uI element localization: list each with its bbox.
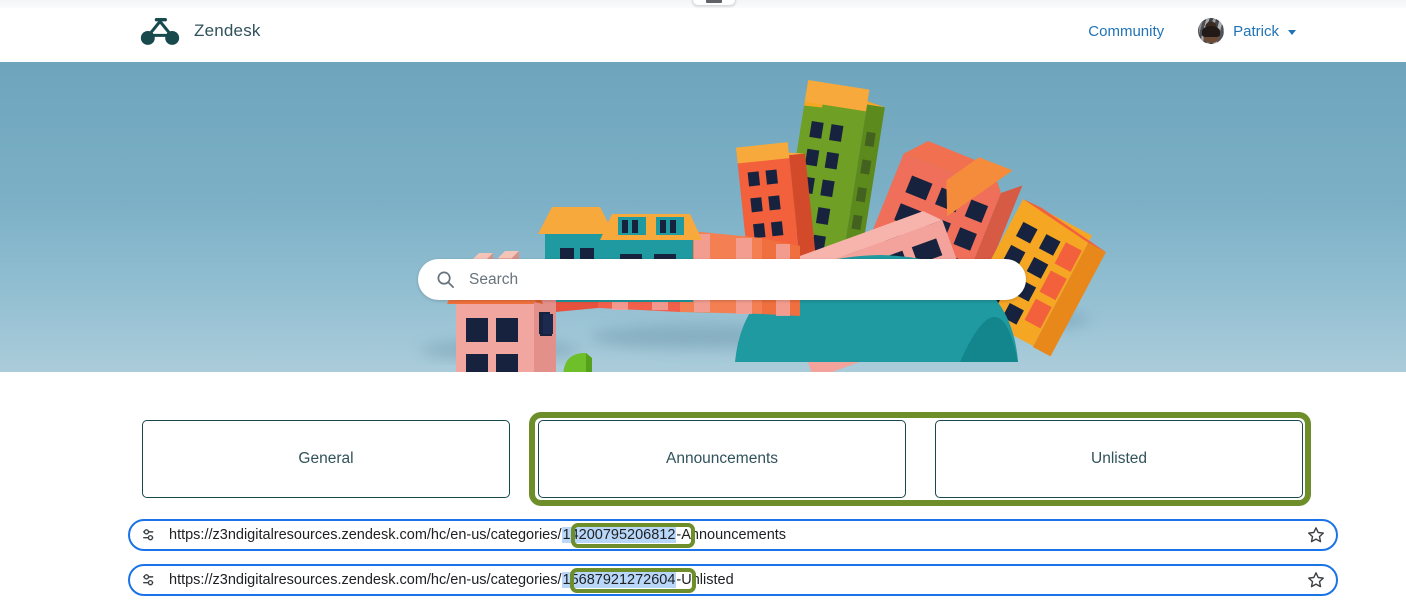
category-list: General Announcements Unlisted: [0, 420, 1406, 502]
url-suffix: -Unlisted: [676, 572, 733, 588]
site-header: Zendesk Community Patrick: [0, 0, 1406, 62]
site-settings-icon[interactable]: [142, 572, 158, 588]
url-text: https://z3ndigitalresources.zendesk.com/…: [169, 572, 734, 588]
hero-banner: [0, 62, 1406, 372]
search-icon: [436, 270, 455, 289]
chevron-down-icon: [1288, 30, 1296, 35]
category-button-unlisted[interactable]: Unlisted: [935, 420, 1303, 498]
category-label: General: [298, 450, 353, 468]
url-prefix: https://z3ndigitalresources.zendesk.com/…: [169, 527, 562, 543]
avatar: [1198, 18, 1224, 44]
search-input[interactable]: [467, 259, 1008, 300]
url-bar-unlisted[interactable]: https://z3ndigitalresources.zendesk.com/…: [128, 564, 1338, 596]
hero-search[interactable]: [418, 259, 1026, 300]
paper-city-illustration: [0, 62, 1406, 372]
site-settings-icon[interactable]: [142, 527, 158, 543]
user-menu[interactable]: Patrick: [1198, 18, 1296, 44]
star-icon[interactable]: [1306, 525, 1326, 545]
url-selected-id: 14200795206812: [562, 527, 677, 543]
brand-name: Zendesk: [194, 21, 261, 41]
url-prefix: https://z3ndigitalresources.zendesk.com/…: [169, 572, 562, 588]
category-label: Unlisted: [1091, 450, 1147, 468]
user-name: Patrick: [1233, 23, 1279, 40]
browser-popup-handle[interactable]: [692, 0, 736, 6]
community-link[interactable]: Community: [1088, 23, 1164, 40]
url-suffix: -Announcements: [676, 527, 786, 543]
url-selected-id: 15687921272604: [562, 572, 677, 588]
category-button-general[interactable]: General: [142, 420, 510, 498]
star-icon[interactable]: [1306, 570, 1326, 590]
url-bar-announcements[interactable]: https://z3ndigitalresources.zendesk.com/…: [128, 519, 1338, 551]
header-actions: Community Patrick: [1088, 18, 1296, 44]
url-text: https://z3ndigitalresources.zendesk.com/…: [169, 527, 786, 543]
zendesk-bike-logo-icon: [140, 16, 180, 46]
category-button-announcements[interactable]: Announcements: [538, 420, 906, 498]
brand[interactable]: Zendesk: [140, 16, 261, 46]
category-label: Announcements: [666, 450, 778, 468]
